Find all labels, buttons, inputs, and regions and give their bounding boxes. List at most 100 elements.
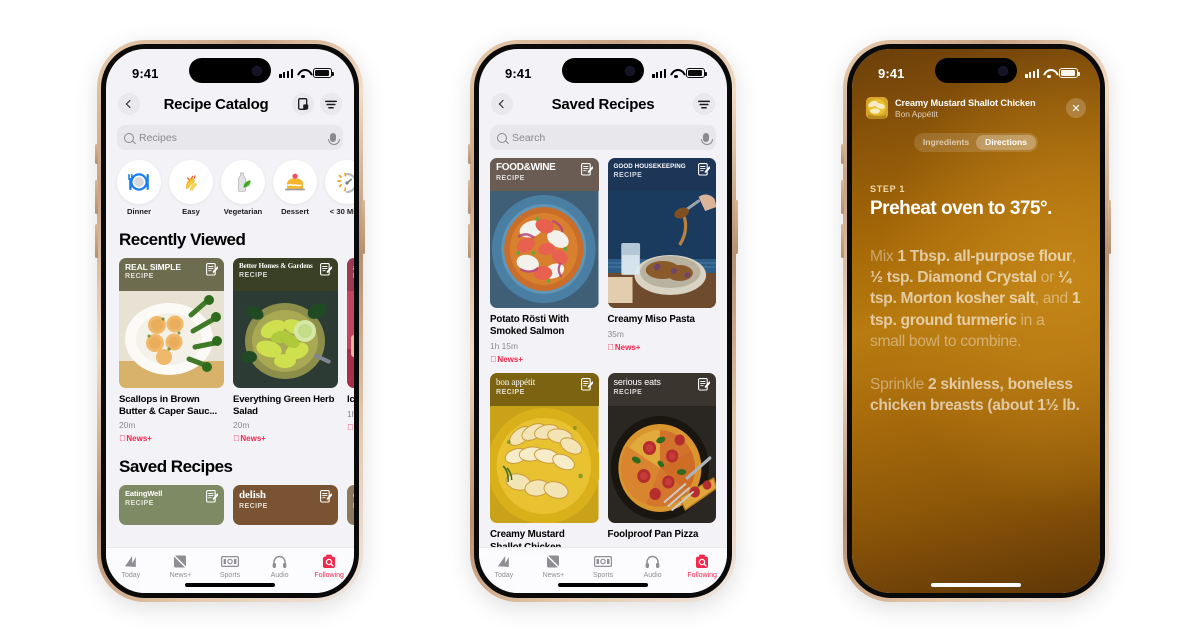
card-kicker: RECIPE xyxy=(125,273,154,281)
card-artwork: oli REC xyxy=(347,485,354,526)
volume-up-button[interactable] xyxy=(95,180,98,214)
apple-logo-icon:  xyxy=(119,433,125,443)
microphone-icon[interactable] xyxy=(327,133,341,146)
category-dinner[interactable]: Dinner xyxy=(117,160,161,216)
saved-recipes-row[interactable]: EatingWell RECIPE delish RECIPE xyxy=(106,485,354,526)
sports-icon xyxy=(593,553,612,570)
card-kicker: RECIPE xyxy=(496,175,525,182)
card-kicker: RECIPE xyxy=(239,271,268,279)
tab-news-plus[interactable]: News+ xyxy=(529,553,579,579)
search-input[interactable]: Recipes xyxy=(117,125,343,150)
back-button[interactable] xyxy=(118,93,140,115)
tab-audio[interactable]: Audio xyxy=(628,553,678,579)
recipe-card[interactable]: EatingWell RECIPE xyxy=(119,485,224,526)
segment-directions[interactable]: Directions xyxy=(976,135,1036,150)
page-title: Recipe Catalog xyxy=(163,95,269,113)
screenshot-stage: 9:41 Recipe Catalog Recipes Dinner Easy … xyxy=(0,0,1200,639)
card-artwork: serious eats RECIPE xyxy=(607,373,716,524)
badge-label: News+ xyxy=(491,354,523,364)
filter-lines-icon[interactable] xyxy=(693,93,715,115)
recipe-card[interactable]: REAL SIMPLE RECIPE Scallops in Brown But… xyxy=(119,258,224,443)
saved-recipes-grid[interactable]: FOOD&WINE RECIPE Potato Rösti With Smoke… xyxy=(479,150,727,554)
recipe-header-text: Creamy Mustard Shallot Chicken Bon Appét… xyxy=(895,98,1059,119)
recipe-header: Creamy Mustard Shallot Chicken Bon Appét… xyxy=(852,87,1100,119)
search-input[interactable]: Search xyxy=(490,125,716,150)
tab-following[interactable]: Following xyxy=(677,553,727,579)
recipe-badge-icon xyxy=(320,490,332,503)
card-kicker: RECIPE xyxy=(613,388,643,396)
wifi-icon xyxy=(1043,69,1055,78)
under-30-mins-icon xyxy=(325,160,354,204)
tab-label: Following xyxy=(314,572,344,579)
mute-switch[interactable] xyxy=(468,144,471,164)
card-photo-scallops xyxy=(119,291,224,388)
apple-logo-icon:  xyxy=(347,422,353,432)
recipe-card[interactable]: oli REC xyxy=(347,485,354,526)
vegetarian-icon xyxy=(221,160,265,204)
home-indicator[interactable] xyxy=(558,583,648,587)
back-button[interactable] xyxy=(491,93,513,115)
power-button[interactable] xyxy=(362,200,365,254)
category-under-30-mins[interactable]: < 30 Mins xyxy=(325,160,354,216)
recipe-card[interactable]: delish RECIPE xyxy=(233,485,338,526)
search-placeholder: Recipes xyxy=(139,131,177,144)
tab-label: Today xyxy=(494,572,514,579)
tab-sports[interactable]: Sports xyxy=(578,553,628,579)
recipe-card[interactable]: GOOD HOUSEKEEPING RECIPE Creamy Miso Pas… xyxy=(607,158,716,364)
category-vegetarian[interactable]: Vegetarian xyxy=(221,160,265,216)
tab-today[interactable]: Today xyxy=(479,553,529,579)
tab-audio[interactable]: Audio xyxy=(255,553,305,579)
card-time: 20m xyxy=(233,420,250,431)
volume-down-button[interactable] xyxy=(468,224,471,258)
tab-label: News+ xyxy=(542,572,565,579)
recently-viewed-row[interactable]: REAL SIMPLE RECIPE Scallops in Brown But… xyxy=(106,258,354,443)
step-paragraph-2: Sprinkle 2 skinless, boneless chicken br… xyxy=(870,376,1080,415)
card-artwork: EatingWell RECIPE xyxy=(119,485,224,526)
card-brand: Better Homes & Gardens xyxy=(239,262,313,270)
recipe-card[interactable]: bon appétit RECIPE Creamy Mustard xyxy=(490,373,599,553)
recipe-card[interactable]: Better Homes & Gardens RECIPE Everything… xyxy=(233,258,338,443)
category-row[interactable]: Dinner Easy Vegetarian Dessert < 30 M xyxy=(106,150,354,216)
mute-switch[interactable] xyxy=(841,144,844,164)
card-time: 1h 15m xyxy=(347,408,354,419)
tab-news-plus[interactable]: News+ xyxy=(156,553,206,579)
recipe-card[interactable]: allre REC xyxy=(347,258,354,443)
headphones-icon xyxy=(272,553,287,570)
volume-down-button[interactable] xyxy=(95,224,98,258)
phone-bezel: 9:41 Recipe Catalog Recipes Dinner Easy … xyxy=(101,44,359,598)
card-title: Ice C Cake xyxy=(347,394,354,405)
segment-ingredients[interactable]: Ingredients xyxy=(916,135,976,150)
microphone-icon[interactable] xyxy=(700,133,714,146)
power-button[interactable] xyxy=(735,200,738,254)
filter-lines-icon[interactable] xyxy=(320,93,342,115)
category-easy[interactable]: Easy xyxy=(169,160,213,216)
category-dessert[interactable]: Dessert xyxy=(273,160,317,216)
card-brand-bar: FOOD&WINE RECIPE xyxy=(490,158,599,191)
volume-up-button[interactable] xyxy=(841,180,844,214)
recipe-card[interactable]: serious eats RECIPE Foolproof Pan Pizza xyxy=(607,373,716,553)
nav-actions xyxy=(292,93,342,115)
tab-sports[interactable]: Sports xyxy=(205,553,255,579)
recipe-badge-icon xyxy=(320,263,332,276)
card-kicker: RECIPE xyxy=(496,388,525,396)
following-search-icon xyxy=(695,553,709,570)
card-kicker: RECIPE xyxy=(125,498,154,507)
close-x-icon[interactable]: ✕ xyxy=(1066,98,1086,118)
card-brand-bar: REAL SIMPLE RECIPE xyxy=(119,258,224,291)
chevron-left-icon xyxy=(125,99,135,109)
card-brand-bar: EatingWell RECIPE xyxy=(119,485,224,526)
tab-following[interactable]: Following xyxy=(304,553,354,579)
segmented-control[interactable]: Ingredients Directions xyxy=(914,133,1038,152)
volume-down-button[interactable] xyxy=(841,224,844,258)
tab-today[interactable]: Today xyxy=(106,553,156,579)
volume-up-button[interactable] xyxy=(468,180,471,214)
recipe-card[interactable]: FOOD&WINE RECIPE Potato Rösti With Smoke… xyxy=(490,158,599,364)
power-button[interactable] xyxy=(1108,200,1111,254)
mute-switch[interactable] xyxy=(95,144,98,164)
dynamic-island xyxy=(562,58,644,83)
recipe-catalog-icon[interactable] xyxy=(292,93,314,115)
home-indicator[interactable] xyxy=(185,583,275,587)
home-indicator[interactable] xyxy=(931,583,1021,587)
step-label: STEP 1 xyxy=(870,184,906,194)
status-time: 9:41 xyxy=(878,65,905,81)
